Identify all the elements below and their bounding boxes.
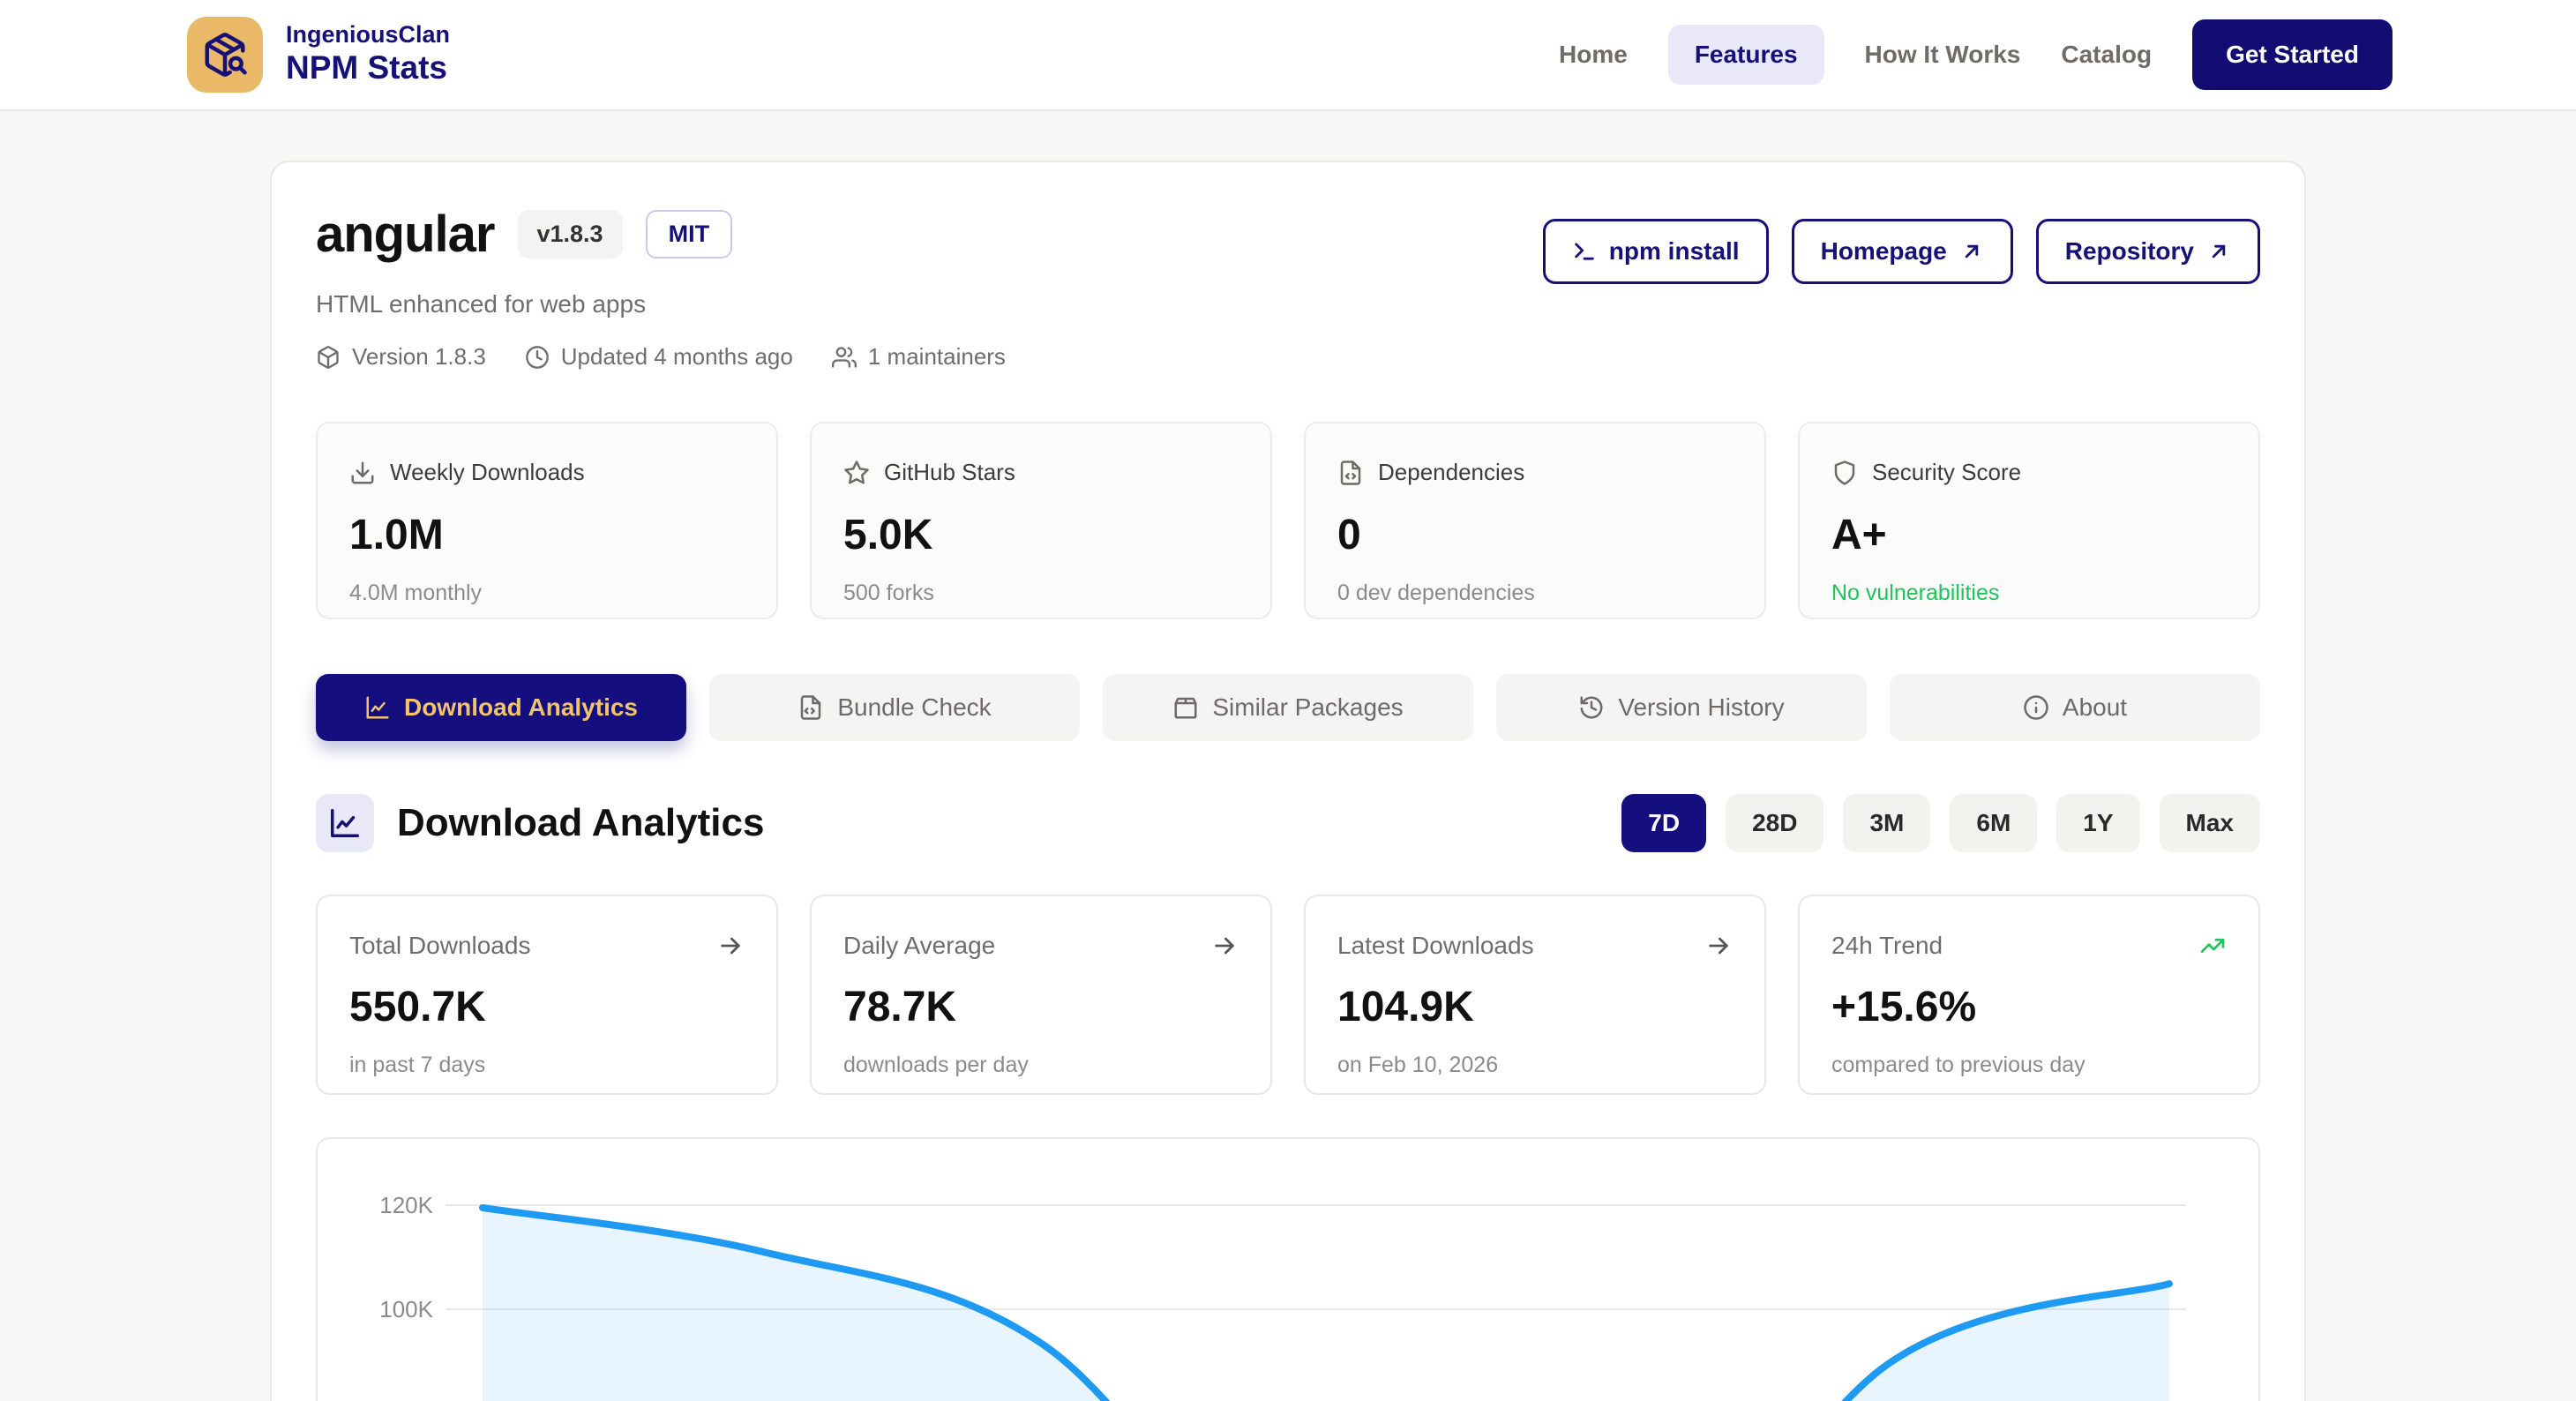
time-range-selector: 7D 28D 3M 6M 1Y Max (1621, 794, 2260, 852)
star-icon (843, 460, 870, 486)
tab-bundle-check[interactable]: Bundle Check (709, 674, 1080, 741)
info-icon (2023, 694, 2049, 721)
package-meta: Version 1.8.3 Updated 4 months ago 1 mai… (316, 343, 1006, 371)
homepage-button[interactable]: Homepage (1792, 219, 2013, 284)
nav-home[interactable]: Home (1559, 41, 1628, 69)
npm-install-button[interactable]: npm install (1543, 219, 1769, 284)
github-stars-card: GitHub Stars 5.0K 500 forks (810, 422, 1272, 619)
card-value: 104.9K (1337, 983, 1733, 1031)
stat-sub: 500 forks (843, 581, 1239, 606)
trending-up-icon (2198, 932, 2227, 960)
range-7d[interactable]: 7D (1621, 794, 1706, 852)
users-icon (832, 345, 857, 370)
downloads-area-chart: 120K100K80K60K40K (318, 1139, 2260, 1401)
stats-row: Weekly Downloads 1.0M 4.0M monthly GitHu… (316, 422, 2260, 619)
tab-download-analytics[interactable]: Download Analytics (316, 674, 686, 741)
weekly-downloads-card: Weekly Downloads 1.0M 4.0M monthly (316, 422, 778, 619)
section-title: Download Analytics (397, 801, 764, 845)
stat-sub: No vulnerabilities (1831, 581, 2227, 606)
card-sub: on Feb 10, 2026 (1337, 1053, 1733, 1078)
daily-average-card[interactable]: Daily Average 78.7K downloads per day (810, 895, 1272, 1095)
brand[interactable]: IngeniousClan NPM Stats (187, 17, 450, 93)
dependencies-card: Dependencies 0 0 dev dependencies (1304, 422, 1766, 619)
chart-area-fill (483, 1208, 2169, 1401)
tab-version-history[interactable]: Version History (1496, 674, 1867, 741)
security-score-card: Security Score A+ No vulnerabilities (1798, 422, 2260, 619)
meta-updated: Updated 4 months ago (525, 343, 793, 371)
download-icon (349, 460, 376, 486)
stat-value: A+ (1831, 511, 2227, 559)
latest-downloads-card[interactable]: Latest Downloads 104.9K on Feb 10, 2026 (1304, 895, 1766, 1095)
arrow-right-icon (1210, 932, 1239, 960)
analytics-cards: Total Downloads 550.7K in past 7 days Da… (316, 895, 2260, 1095)
stat-sub: 4.0M monthly (349, 581, 745, 606)
meta-version: Version 1.8.3 (316, 343, 486, 371)
repository-button[interactable]: Repository (2036, 219, 2260, 284)
stat-value: 0 (1337, 511, 1733, 559)
card-sub: downloads per day (843, 1053, 1239, 1078)
range-max[interactable]: Max (2160, 794, 2260, 852)
nav-how-it-works[interactable]: How It Works (1865, 41, 2021, 69)
stat-value: 5.0K (843, 511, 1239, 559)
card-value: 550.7K (349, 983, 745, 1031)
package-detail-card: angular v1.8.3 MIT HTML enhanced for web… (270, 161, 2306, 1401)
get-started-button[interactable]: Get Started (2192, 19, 2393, 90)
package-icon (316, 345, 341, 370)
package-name: angular (316, 205, 495, 264)
external-link-icon (1959, 239, 1984, 264)
terminal-icon (1572, 239, 1597, 264)
file-code-icon (1337, 460, 1364, 486)
meta-maintainers: 1 maintainers (832, 343, 1006, 371)
package-search-icon (201, 31, 249, 79)
range-3m[interactable]: 3M (1843, 794, 1930, 852)
range-1y[interactable]: 1Y (2056, 794, 2139, 852)
brand-top: IngeniousClan (286, 21, 450, 49)
nav-catalog[interactable]: Catalog (2061, 41, 2152, 69)
nav-features[interactable]: Features (1668, 25, 1824, 85)
downloads-chart-panel: 120K100K80K60K40K (316, 1137, 2260, 1401)
card-value: 78.7K (843, 983, 1239, 1031)
total-downloads-card[interactable]: Total Downloads 550.7K in past 7 days (316, 895, 778, 1095)
arrow-right-icon (1704, 932, 1733, 960)
chart-line-icon (364, 694, 391, 721)
feature-tabs: Download Analytics Bundle Check Similar … (316, 674, 2260, 741)
shield-icon (1831, 460, 1858, 486)
stat-sub: 0 dev dependencies (1337, 581, 1733, 606)
top-navbar: IngeniousClan NPM Stats Home Features Ho… (0, 0, 2576, 111)
card-value: +15.6% (1831, 983, 2227, 1031)
nav-links: Home Features How It Works Catalog Get S… (1559, 19, 2393, 90)
package-box-icon (1172, 694, 1199, 721)
trend-card[interactable]: 24h Trend +15.6% compared to previous da… (1798, 895, 2260, 1095)
range-28d[interactable]: 28D (1726, 794, 1823, 852)
package-header: angular v1.8.3 MIT HTML enhanced for web… (316, 205, 1006, 371)
version-badge: v1.8.3 (518, 210, 623, 258)
package-actions: npm install Homepage Repository (1543, 219, 2260, 284)
range-6m[interactable]: 6M (1950, 794, 2037, 852)
chart-line-icon (328, 806, 362, 840)
external-link-icon (2206, 239, 2231, 264)
clock-icon (525, 345, 550, 370)
brand-bottom: NPM Stats (286, 49, 450, 87)
logo (187, 17, 263, 93)
package-description: HTML enhanced for web apps (316, 290, 1006, 318)
file-code-icon (798, 694, 824, 721)
stat-value: 1.0M (349, 511, 745, 559)
card-sub: compared to previous day (1831, 1053, 2227, 1078)
section-icon-tile (316, 794, 374, 852)
tab-about[interactable]: About (1890, 674, 2260, 741)
tab-similar-packages[interactable]: Similar Packages (1103, 674, 1473, 741)
y-axis-tick: 120K (379, 1192, 433, 1218)
arrow-right-icon (716, 932, 745, 960)
card-sub: in past 7 days (349, 1053, 745, 1078)
license-badge: MIT (646, 210, 733, 258)
history-icon (1578, 694, 1605, 721)
analytics-section-header: Download Analytics 7D 28D 3M 6M 1Y Max (316, 794, 2260, 852)
y-axis-tick: 100K (379, 1296, 433, 1322)
